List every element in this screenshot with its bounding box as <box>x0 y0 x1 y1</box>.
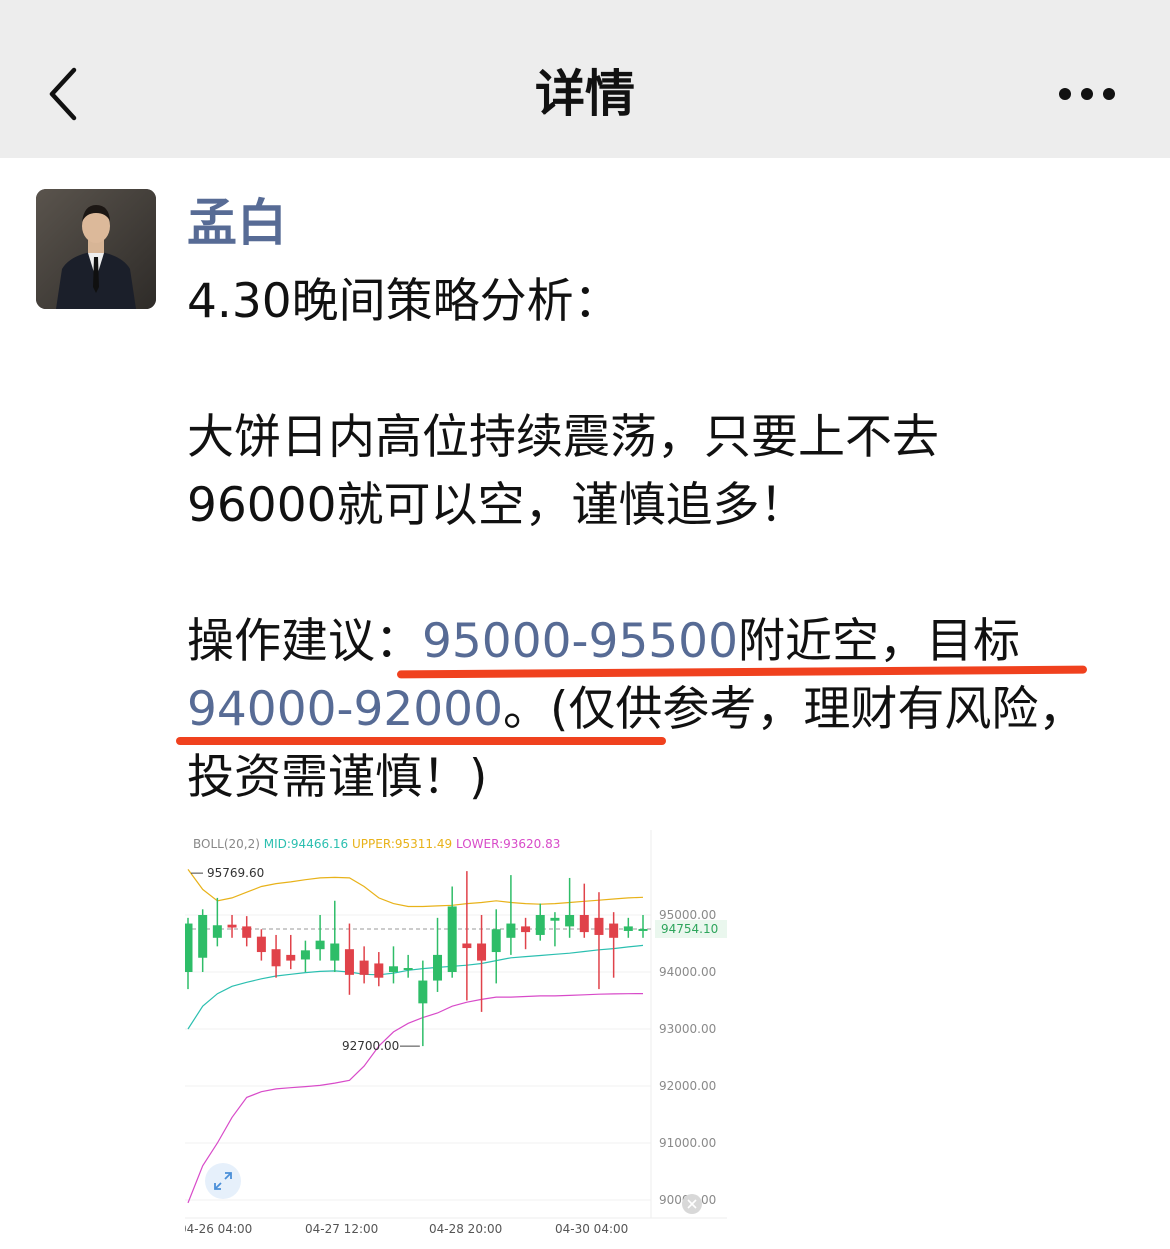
op-suffix: 。(仅供参考，理财有风险， <box>503 682 1086 737</box>
more-horizontal-icon <box>1059 88 1115 100</box>
candle-body <box>344 949 354 975</box>
candle-body <box>315 940 325 950</box>
candle-body <box>433 954 443 981</box>
post-body: 4.30晚间策略分析： 大饼日内高位持续震荡，只要上不去 96000就可以空，谨… <box>187 268 1147 812</box>
candle-body <box>227 924 237 928</box>
candle-body <box>300 950 310 960</box>
avatar-photo <box>36 189 156 309</box>
x-tick-label: 04-30 04:00 <box>555 1222 628 1236</box>
post-line: 96000就可以空，谨慎追多！ <box>187 478 807 533</box>
top-nav-bar: 详情 <box>0 0 1170 158</box>
kline-chart-image[interactable]: BOLL(20,2) MID:94466.16 UPPER:95311.49 L… <box>185 830 727 1242</box>
candle-body <box>550 917 560 921</box>
candle-body <box>256 936 266 953</box>
candle-body <box>565 915 575 927</box>
candle-body <box>535 915 545 935</box>
expand-button[interactable] <box>205 1163 241 1199</box>
target-range-link[interactable]: 94000-92000 <box>187 682 503 737</box>
y-tick-label: 92000.00 <box>659 1079 716 1093</box>
candle-body <box>447 906 457 972</box>
candle-body <box>638 928 648 931</box>
high-marker-label: 95769.60 <box>207 866 264 880</box>
candle-body <box>271 949 281 967</box>
candle-body <box>374 963 384 978</box>
x-tick-label: 04-26 04:00 <box>185 1222 252 1236</box>
operation-target: 94000-92000。(仅供参考，理财有风险， <box>187 676 1147 744</box>
candle-body <box>388 966 398 972</box>
candle-body <box>242 926 252 938</box>
candle-body <box>506 923 516 938</box>
candle-body <box>594 917 604 935</box>
y-tick-label: 93000.00 <box>659 1022 716 1036</box>
highlight-underline <box>176 737 666 745</box>
current-price-label: 94754.10 <box>661 922 718 936</box>
op-mid: 附近空，目标 <box>738 614 1020 669</box>
x-tick-label: 04-27 12:00 <box>305 1222 378 1236</box>
candle-body <box>521 926 531 933</box>
x-tick-label: 04-28 20:00 <box>429 1222 502 1236</box>
post-line: 大饼日内高位持续震荡，只要上不去 <box>187 410 939 465</box>
expand-icon <box>214 1172 232 1190</box>
y-tick-label: 91000.00 <box>659 1136 716 1150</box>
avatar[interactable] <box>36 189 156 309</box>
y-tick-label: 94000.00 <box>659 965 716 979</box>
entry-range-link[interactable]: 95000-95500 <box>422 614 738 669</box>
chevron-left-icon <box>49 67 77 121</box>
kline-plot: 95000.00 94000.00 93000.00 92000.00 91000.00… <box>185 830 727 1236</box>
candle-body <box>491 929 501 953</box>
candle-body <box>330 943 340 961</box>
candle-body <box>359 960 369 975</box>
y-tick-label: 95000.00 <box>659 908 716 922</box>
candle-body <box>198 915 208 958</box>
back-button[interactable] <box>40 62 100 126</box>
candle-body <box>462 943 472 949</box>
candle-body <box>609 923 619 938</box>
boll-lower-line <box>187 993 644 1204</box>
candle-body <box>623 926 633 931</box>
author-name[interactable]: 孟白 <box>187 190 287 256</box>
boll-mid-line <box>187 944 644 1030</box>
candle-body <box>403 968 413 971</box>
op-prefix: 操作建议： <box>187 614 422 669</box>
candle-body <box>286 954 296 961</box>
candle-body <box>212 925 222 938</box>
post-line: 4.30晚间策略分析： <box>187 274 621 329</box>
more-button[interactable] <box>1050 74 1124 114</box>
candle-body <box>579 915 589 933</box>
candle-body <box>477 943 487 961</box>
post-line: 投资需谨慎！) <box>187 750 488 805</box>
low-marker-label: 92700.00 <box>342 1039 399 1053</box>
candle-body <box>418 980 428 1004</box>
page-title: 详情 <box>535 65 635 123</box>
candle-body <box>185 923 193 972</box>
